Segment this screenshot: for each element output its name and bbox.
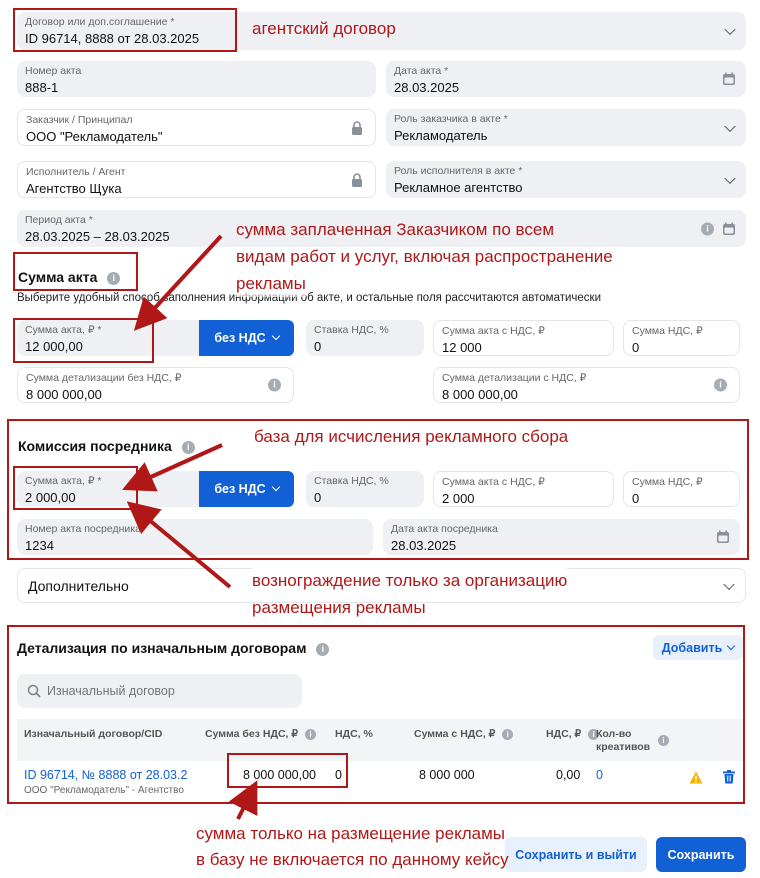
annotation-total-sum-1: сумма заплаченная Заказчиком по всем — [236, 220, 555, 239]
annotation-total-sum-2: видам работ и услуг, включая распростран… — [236, 247, 613, 266]
annotation-reward-1: вознограждение только за организацию — [252, 568, 568, 594]
annotation-agency-contract: агентский договор — [252, 19, 396, 38]
annotation-reward-2: размещения рекламы — [252, 598, 426, 617]
annotation-total-sum-3: рекламы — [236, 271, 306, 297]
annotation-placement-2: в базу не включается по данному кейсу — [196, 850, 509, 869]
annotation-base: база для исчисления рекламного сбора — [254, 424, 569, 450]
annotation-placement-1: сумма только на размещение рекламы — [196, 824, 505, 843]
